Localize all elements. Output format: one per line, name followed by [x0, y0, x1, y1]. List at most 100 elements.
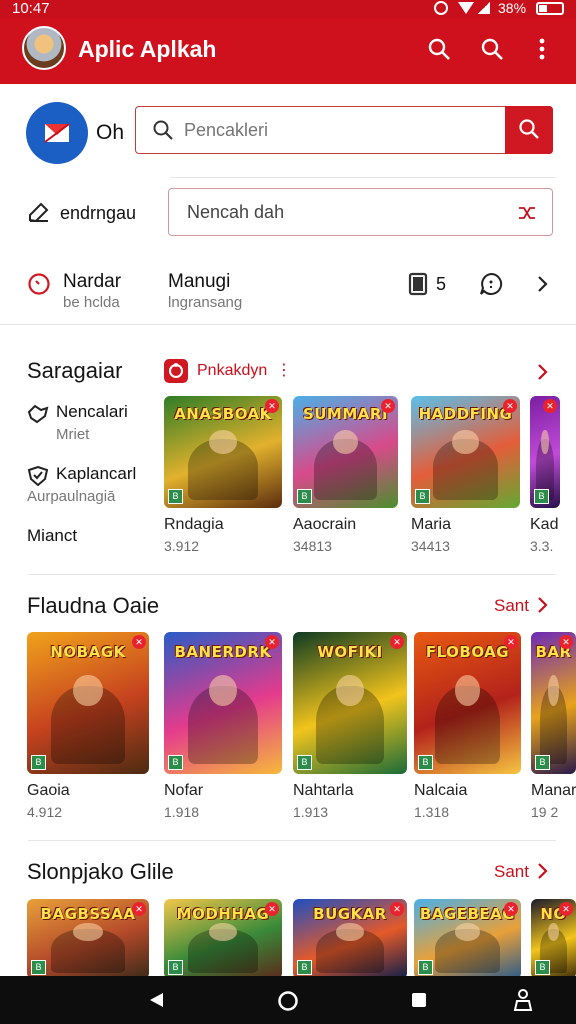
game-card[interactable]: MODHHAG ✕ B: [164, 899, 282, 976]
shield-icon: [27, 466, 49, 486]
info-item-title[interactable]: Nardar: [63, 271, 121, 293]
app-chip-icon[interactable]: [164, 359, 188, 383]
game-name[interactable]: Nalcaia: [414, 782, 467, 800]
chevron-right-icon[interactable]: [536, 596, 548, 614]
rating-badge-icon: B: [31, 960, 46, 975]
info-item-title-2[interactable]: Manugi: [168, 271, 230, 293]
game-name[interactable]: Rndagia: [164, 516, 224, 534]
game-name[interactable]: Maria: [411, 516, 451, 534]
edit-input-value: Nencah dah: [187, 202, 285, 222]
game-card[interactable]: HADDFING ✕ B: [411, 396, 520, 508]
wifi-icon: [458, 2, 474, 14]
accessibility-icon[interactable]: [512, 988, 534, 1012]
more-vert-icon[interactable]: [539, 38, 545, 60]
main-content: Oh endrngau Nencah dah Nardar be hclda M…: [0, 84, 576, 976]
game-card[interactable]: ANASBOAK ✕ B: [164, 396, 282, 508]
divider: [170, 177, 556, 178]
rating-badge-icon: B: [297, 960, 312, 975]
game-count: 4.912: [27, 804, 63, 820]
alarm-icon: [434, 1, 448, 15]
battery-percent: 38%: [498, 0, 527, 16]
section-title: Flaudna Oaie: [27, 593, 160, 618]
info-count: 5: [436, 274, 447, 294]
game-card[interactable]: BAR ✕ B: [531, 632, 576, 774]
section-title: Slonpjako Glile: [27, 859, 174, 884]
brand-logo-icon[interactable]: [26, 102, 88, 164]
badge-icon: ✕: [381, 399, 395, 413]
search-button[interactable]: [505, 106, 553, 154]
game-count: 1.318: [414, 804, 450, 820]
chip-label[interactable]: Pnkakdyn: [197, 362, 267, 380]
shuffle-icon[interactable]: [517, 203, 537, 223]
avatar[interactable]: [22, 26, 66, 70]
game-card[interactable]: FLOBOAG ✕ B: [414, 632, 521, 774]
see-all-link[interactable]: Sant: [494, 596, 529, 616]
chip-more-icon[interactable]: ⋮: [276, 360, 292, 380]
game-name[interactable]: Nofar: [164, 782, 203, 800]
brand-label: Oh: [96, 121, 125, 144]
search-input[interactable]: [184, 117, 484, 143]
battery-icon: [536, 2, 564, 15]
game-card[interactable]: BUGKAR ✕ B: [293, 899, 407, 976]
game-card[interactable]: NOBAGK ✕ B: [27, 632, 149, 774]
clock-icon: [28, 273, 50, 295]
info-item-sub: be hclda: [63, 294, 120, 311]
badge-icon: ✕: [559, 902, 573, 916]
app-bar: Aplic Aplkah: [0, 18, 576, 84]
game-name[interactable]: Gaoia: [27, 782, 70, 800]
search-field[interactable]: [135, 106, 553, 154]
rating-badge-icon: B: [168, 755, 183, 770]
game-card[interactable]: NO ✕ B: [531, 899, 576, 976]
badge-icon: ✕: [559, 635, 573, 649]
game-name[interactable]: Nahtarla: [293, 782, 353, 800]
rating-badge-icon: B: [31, 755, 46, 770]
rating-badge-icon: B: [535, 960, 550, 975]
chevron-right-icon[interactable]: [536, 363, 548, 381]
game-count: 1.913: [293, 804, 329, 820]
game-count: 3.912: [164, 538, 200, 554]
badge-icon: ✕: [503, 399, 517, 413]
status-time: 10:47: [12, 0, 50, 17]
chevron-right-icon[interactable]: [536, 275, 548, 293]
see-all-link[interactable]: Sant: [494, 862, 529, 882]
recents-icon[interactable]: [410, 991, 428, 1009]
search-icon[interactable]: [427, 37, 451, 61]
search-icon: [519, 119, 539, 139]
back-icon[interactable]: [147, 991, 165, 1009]
rating-badge-icon: B: [415, 489, 430, 504]
rating-badge-icon: B: [297, 755, 312, 770]
game-count: 34813: [293, 538, 332, 554]
status-bar: 10:47 38%: [0, 0, 576, 18]
rating-badge-icon: B: [535, 755, 550, 770]
game-count: 34413: [411, 538, 450, 554]
divider: [28, 840, 556, 841]
game-name[interactable]: Kad: [530, 516, 558, 534]
game-card[interactable]: BANERDRK ✕ B: [164, 632, 282, 774]
game-cover-title: WOFIKI: [317, 643, 383, 662]
app-title: Aplic Aplkah: [78, 36, 217, 62]
edit-label: endrngau: [60, 203, 137, 223]
game-card[interactable]: BAGEBEAG ✕ B: [414, 899, 521, 976]
badge-icon: ✕: [543, 399, 557, 413]
rating-badge-icon: B: [297, 489, 312, 504]
search-alt-icon[interactable]: [480, 37, 504, 61]
chevron-right-icon[interactable]: [536, 862, 548, 880]
game-card[interactable]: ✕ B: [530, 396, 560, 508]
game-cover-title: BAGBSSAA: [40, 905, 136, 924]
game-name[interactable]: Manar: [531, 782, 576, 800]
puzzle-icon: [27, 404, 49, 424]
game-card[interactable]: SUMMARI ✕ B: [293, 396, 398, 508]
game-card[interactable]: WOFIKI ✕ B: [293, 632, 407, 774]
chat-icon[interactable]: [478, 271, 504, 297]
game-name[interactable]: Aaocrain: [293, 516, 356, 534]
badge-icon: ✕: [504, 635, 518, 649]
document-icon[interactable]: [408, 272, 428, 296]
home-icon[interactable]: [277, 990, 299, 1012]
badge-icon: ✕: [390, 902, 404, 916]
badge-icon: ✕: [265, 635, 279, 649]
game-card[interactable]: BAGBSSAA ✕ B: [27, 899, 149, 976]
divider: [28, 574, 556, 575]
badge-icon: ✕: [390, 635, 404, 649]
edit-field[interactable]: Nencah dah: [168, 188, 553, 236]
game-count: 1.918: [164, 804, 200, 820]
